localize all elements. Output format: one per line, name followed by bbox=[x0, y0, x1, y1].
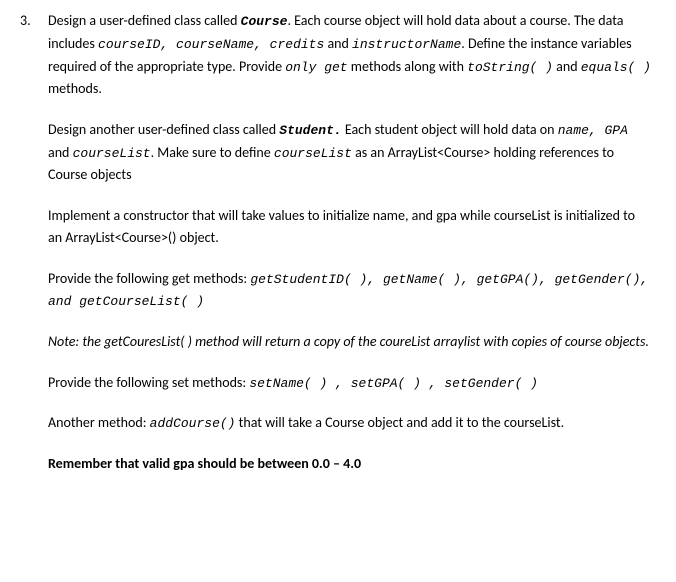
code-text: Course bbox=[241, 14, 288, 29]
text: methods along with bbox=[348, 58, 468, 75]
code-text: equals( ) bbox=[581, 60, 651, 75]
text: Each student object will hold data on bbox=[342, 121, 558, 138]
code-text: toString( ) bbox=[467, 60, 553, 75]
text: and bbox=[553, 58, 581, 75]
code-text: courseList bbox=[73, 146, 151, 161]
text: Design a user-defined class called bbox=[48, 12, 241, 29]
text: methods. bbox=[48, 80, 102, 97]
text: Provide the following set methods: bbox=[48, 374, 249, 391]
code-text: instructorName bbox=[352, 37, 461, 52]
paragraph-7: Another method: addCourse() that will ta… bbox=[48, 412, 651, 435]
question-container: 3. Design a user-defined class called Co… bbox=[20, 10, 651, 494]
text: that will take a Course object and add i… bbox=[236, 414, 565, 431]
code-text: courseID, courseName, credits bbox=[98, 37, 324, 52]
text: and bbox=[324, 35, 352, 52]
text: Design another user-defined class called bbox=[48, 121, 279, 138]
text: Another method: bbox=[48, 414, 150, 431]
code-text: only get bbox=[285, 60, 347, 75]
code-text: name, GPA bbox=[558, 123, 628, 138]
paragraph-4: Provide the following get methods: getSt… bbox=[48, 268, 651, 314]
paragraph-5-note: Note: the getCouresList( ) method will r… bbox=[48, 331, 651, 353]
code-text: addCourse() bbox=[150, 416, 236, 431]
code-text: setName( ) , setGPA( ) , setGender( ) bbox=[249, 376, 538, 391]
paragraph-8-remember: Remember that valid gpa should be betwee… bbox=[48, 453, 651, 475]
question-content: Design a user-defined class called Cours… bbox=[48, 10, 651, 494]
text: Remember that valid gpa should be betwee… bbox=[48, 455, 361, 472]
code-text: courseList bbox=[274, 146, 352, 161]
text: Implement a constructor that will take v… bbox=[48, 207, 635, 246]
paragraph-6: Provide the following set methods: setNa… bbox=[48, 372, 651, 395]
paragraph-1: Design a user-defined class called Cours… bbox=[48, 10, 651, 101]
code-text: Student. bbox=[279, 123, 341, 138]
text: Note: the getCouresList( ) method will r… bbox=[48, 333, 649, 350]
text: and bbox=[48, 144, 73, 161]
question-number: 3. bbox=[20, 10, 48, 494]
text: Provide the following get methods: bbox=[48, 270, 250, 287]
paragraph-2: Design another user-defined class called… bbox=[48, 119, 651, 187]
text: . Make sure to define bbox=[151, 144, 274, 161]
paragraph-3: Implement a constructor that will take v… bbox=[48, 205, 651, 250]
